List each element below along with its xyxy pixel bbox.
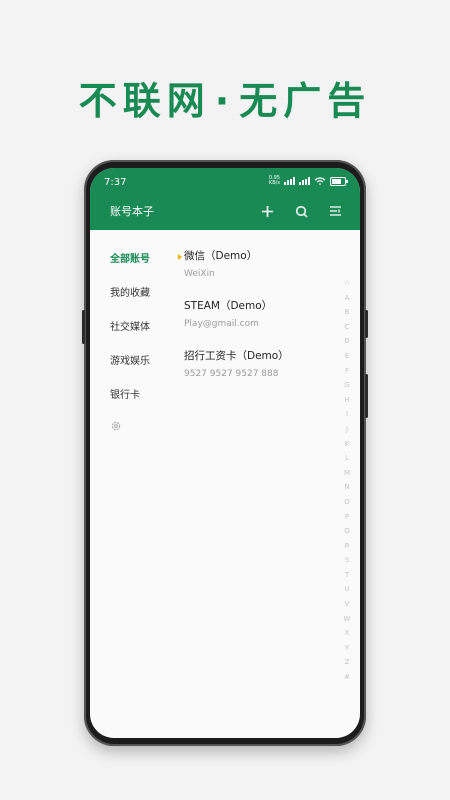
index-letter[interactable]: N bbox=[341, 480, 353, 495]
index-letter[interactable]: K bbox=[341, 437, 353, 452]
sidebar-item-bank-cards[interactable]: 银行卡 bbox=[110, 386, 140, 401]
index-letter[interactable]: R bbox=[341, 539, 353, 554]
index-letter[interactable]: G bbox=[341, 378, 353, 393]
filter-icon[interactable] bbox=[326, 202, 344, 220]
app-bar: 7:37 0.95 KB/s 账号本子 bbox=[90, 168, 360, 230]
account-detail: WeiXin bbox=[184, 269, 215, 279]
search-icon[interactable] bbox=[292, 202, 310, 220]
account-detail: 9527 9527 9527 888 bbox=[184, 369, 279, 379]
sidebar-item-games[interactable]: 游戏娱乐 bbox=[110, 352, 150, 367]
status-bar: 7:37 0.95 KB/s bbox=[90, 168, 360, 192]
sidebar-item-all-accounts[interactable]: 全部账号 bbox=[110, 250, 150, 265]
selected-marker-icon bbox=[178, 254, 182, 260]
app-title: 账号本子 bbox=[110, 205, 154, 218]
account-name: 招行工资卡（Demo） bbox=[184, 350, 289, 362]
index-letter[interactable]: X bbox=[341, 626, 353, 641]
wifi-icon bbox=[314, 177, 326, 185]
battery-icon bbox=[330, 176, 348, 186]
promo-headline: 不联网 · 无广告 bbox=[0, 70, 450, 125]
phone-volume-button bbox=[82, 310, 85, 344]
index-letter[interactable]: T bbox=[341, 568, 353, 583]
index-letter[interactable]: S bbox=[341, 553, 353, 568]
account-name: STEAM（Demo） bbox=[184, 300, 273, 312]
gear-icon[interactable] bbox=[110, 420, 122, 432]
account-name: 微信（Demo） bbox=[184, 250, 258, 262]
index-letter[interactable]: Y bbox=[341, 641, 353, 656]
status-time: 7:37 bbox=[104, 177, 127, 188]
sidebar-item-social-media[interactable]: 社交媒体 bbox=[110, 318, 150, 333]
index-letter[interactable]: # bbox=[341, 670, 353, 685]
signal-icon bbox=[299, 177, 310, 185]
headline-part1: 不联网 bbox=[78, 79, 211, 123]
signal-icon bbox=[284, 177, 295, 185]
status-icons: 0.95 KB/s bbox=[269, 176, 348, 186]
index-letter[interactable]: H bbox=[341, 393, 353, 408]
list-item[interactable]: STEAM（Demo） Play@gmail.com bbox=[184, 298, 272, 329]
index-letter[interactable]: V bbox=[341, 597, 353, 612]
list-item[interactable]: 微信（Demo） WeiXin bbox=[184, 248, 257, 279]
index-letter[interactable]: M bbox=[341, 466, 353, 481]
network-speed-unit: KB/s bbox=[268, 180, 280, 186]
index-letter[interactable]: A bbox=[341, 291, 353, 306]
sidebar-item-favorites[interactable]: 我的收藏 bbox=[110, 284, 150, 299]
plus-icon[interactable] bbox=[258, 202, 276, 220]
index-letter[interactable]: L bbox=[341, 451, 353, 466]
index-letter[interactable]: P bbox=[341, 510, 353, 525]
network-speed: 0.95 KB/s bbox=[269, 176, 280, 186]
index-letter[interactable]: E bbox=[341, 349, 353, 364]
alphabet-index[interactable]: ☆ A B C D E F G H I J K L M N O P Q R S … bbox=[341, 276, 353, 685]
index-letter[interactable]: ☆ bbox=[341, 276, 353, 291]
phone-side-button bbox=[365, 374, 368, 418]
index-letter[interactable]: C bbox=[341, 320, 353, 335]
index-letter[interactable]: F bbox=[341, 364, 353, 379]
phone-screen: 7:37 0.95 KB/s 账号本子 全部账号 我的收藏 社交媒体 游戏娱乐 … bbox=[90, 168, 360, 738]
headline-part2: 无广告 bbox=[239, 79, 372, 123]
index-letter[interactable]: O bbox=[341, 495, 353, 510]
list-item[interactable]: 招行工资卡（Demo） 9527 9527 9527 888 bbox=[184, 348, 289, 379]
index-letter[interactable]: J bbox=[341, 422, 353, 437]
index-letter[interactable]: W bbox=[341, 612, 353, 627]
index-letter[interactable]: B bbox=[341, 305, 353, 320]
index-letter[interactable]: U bbox=[341, 582, 353, 597]
index-letter[interactable]: D bbox=[341, 334, 353, 349]
phone-power-button bbox=[365, 310, 368, 338]
headline-dot: · bbox=[214, 79, 236, 123]
account-detail: Play@gmail.com bbox=[184, 319, 259, 329]
index-letter[interactable]: I bbox=[341, 407, 353, 422]
index-letter[interactable]: Z bbox=[341, 655, 353, 670]
index-letter[interactable]: Q bbox=[341, 524, 353, 539]
phone-frame: 7:37 0.95 KB/s 账号本子 全部账号 我的收藏 社交媒体 游戏娱乐 … bbox=[82, 160, 368, 746]
